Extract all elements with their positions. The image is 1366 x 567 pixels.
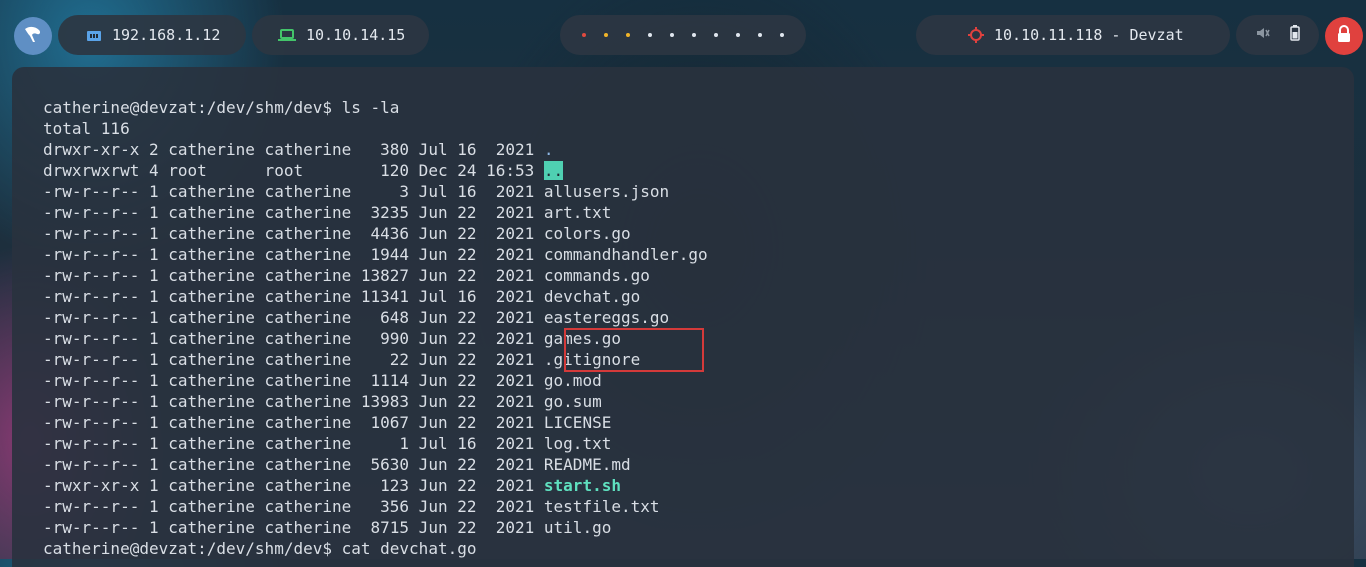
file-entry-row: -rw-r--r-- 1 catherine catherine 13827 J… bbox=[43, 265, 708, 286]
file-meta: -rw-r--r-- 1 catherine catherine 3235 Ju… bbox=[43, 203, 544, 222]
workspace-dot[interactable] bbox=[670, 33, 674, 37]
workspace-dot[interactable] bbox=[780, 33, 784, 37]
file-entry-row: -rw-r--r-- 1 catherine catherine 1944 Ju… bbox=[43, 244, 708, 265]
file-entry-row: -rw-r--r-- 1 catherine catherine 3235 Ju… bbox=[43, 202, 708, 223]
file-meta: -rw-r--r-- 1 catherine catherine 4436 Ju… bbox=[43, 224, 544, 243]
workspace-dot[interactable] bbox=[692, 33, 696, 37]
file-entry-row: -rw-r--r-- 1 catherine catherine 13983 J… bbox=[43, 391, 708, 412]
file-entry-row: drwxr-xr-x 2 catherine catherine 380 Jul… bbox=[43, 139, 708, 160]
highlight-box bbox=[564, 328, 704, 372]
file-meta: -rwxr-xr-x 1 catherine catherine 123 Jun… bbox=[43, 476, 544, 495]
prompt-line: catherine@devzat:/dev/shm/dev$ cat devch… bbox=[43, 539, 477, 558]
laptop-icon bbox=[278, 28, 296, 42]
file-entry-row: -rw-r--r-- 1 catherine catherine 1 Jul 1… bbox=[43, 433, 708, 454]
workspace-dot[interactable] bbox=[714, 33, 718, 37]
file-entry-row: -rw-r--r-- 1 catherine catherine 1067 Ju… bbox=[43, 412, 708, 433]
target-label: 10.10.11.118 - Devzat bbox=[994, 26, 1184, 44]
file-meta: -rw-r--r-- 1 catherine catherine 648 Jun… bbox=[43, 308, 544, 327]
total-line: total 116 bbox=[43, 119, 130, 138]
file-meta: -rw-r--r-- 1 catherine catherine 13827 J… bbox=[43, 266, 544, 285]
file-name: .. bbox=[543, 161, 564, 180]
vpn-ip-widget[interactable]: 10.10.14.15 bbox=[252, 15, 429, 55]
crosshair-icon bbox=[968, 27, 984, 43]
file-entry-row: -rw-r--r-- 1 catherine catherine 5630 Ju… bbox=[43, 454, 708, 475]
file-meta: -rw-r--r-- 1 catherine catherine 13983 J… bbox=[43, 392, 544, 411]
workspace-switcher[interactable] bbox=[560, 15, 806, 55]
file-meta: -rw-r--r-- 1 catherine catherine 3 Jul 1… bbox=[43, 182, 544, 201]
workspace-dot[interactable] bbox=[758, 33, 762, 37]
top-status-bar: 192.168.1.12 10.10.14.15 10.10.11.118 - … bbox=[0, 0, 1366, 66]
workspace-dot[interactable] bbox=[582, 33, 586, 37]
battery-icon[interactable] bbox=[1289, 25, 1300, 45]
file-name: devchat.go bbox=[543, 287, 641, 306]
file-name: commands.go bbox=[543, 266, 650, 285]
file-entry-row: -rwxr-xr-x 1 catherine catherine 123 Jun… bbox=[43, 475, 708, 496]
file-meta: drwxrwxrwt 4 root root 120 Dec 24 16:53 bbox=[43, 161, 544, 180]
workspace-dot[interactable] bbox=[626, 33, 630, 37]
file-name: LICENSE bbox=[543, 413, 612, 432]
file-meta: -rw-r--r-- 1 catherine catherine 356 Jun… bbox=[43, 497, 544, 516]
volume-muted-icon[interactable] bbox=[1256, 26, 1270, 44]
file-entry-row: -rw-r--r-- 1 catherine catherine 356 Jun… bbox=[43, 496, 708, 517]
file-entry-row: -rw-r--r-- 1 catherine catherine 4436 Ju… bbox=[43, 223, 708, 244]
file-meta: -rw-r--r-- 1 catherine catherine 1944 Ju… bbox=[43, 245, 544, 264]
file-name: allusers.json bbox=[543, 182, 670, 201]
workspace-dot[interactable] bbox=[736, 33, 740, 37]
file-name: log.txt bbox=[543, 434, 612, 453]
file-name: art.txt bbox=[543, 203, 612, 222]
file-meta: -rw-r--r-- 1 catherine catherine 22 Jun … bbox=[43, 350, 544, 369]
local-ip-label: 192.168.1.12 bbox=[112, 26, 221, 44]
workspace-dot[interactable] bbox=[604, 33, 608, 37]
system-tray bbox=[1236, 15, 1319, 55]
file-meta: -rw-r--r-- 1 catherine catherine 990 Jun… bbox=[43, 329, 544, 348]
file-entry-row: -rw-r--r-- 1 catherine catherine 11341 J… bbox=[43, 286, 708, 307]
power-lock-button[interactable] bbox=[1325, 17, 1363, 55]
workspace-dot[interactable] bbox=[648, 33, 652, 37]
file-meta: -rw-r--r-- 1 catherine catherine 5630 Ju… bbox=[43, 455, 544, 474]
file-name: colors.go bbox=[543, 224, 631, 243]
file-entry-row: -rw-r--r-- 1 catherine catherine 648 Jun… bbox=[43, 307, 708, 328]
local-ip-widget[interactable]: 192.168.1.12 bbox=[58, 15, 246, 55]
file-entry-row: drwxrwxrwt 4 root root 120 Dec 24 16:53 … bbox=[43, 160, 708, 181]
file-name: commandhandler.go bbox=[543, 245, 708, 264]
file-meta: -rw-r--r-- 1 catherine catherine 8715 Ju… bbox=[43, 518, 544, 537]
file-entry-row: -rw-r--r-- 1 catherine catherine 1114 Ju… bbox=[43, 370, 708, 391]
prompt-line: catherine@devzat:/dev/shm/dev$ ls -la bbox=[43, 98, 400, 117]
file-name: go.sum bbox=[543, 392, 602, 411]
file-entry-row: -rw-r--r-- 1 catherine catherine 3 Jul 1… bbox=[43, 181, 708, 202]
target-widget[interactable]: 10.10.11.118 - Devzat bbox=[916, 15, 1230, 55]
file-name: eastereggs.go bbox=[543, 308, 670, 327]
network-icon bbox=[86, 28, 102, 42]
kali-dragon-icon bbox=[22, 23, 44, 49]
file-name: util.go bbox=[543, 518, 612, 537]
file-meta: -rw-r--r-- 1 catherine catherine 1114 Ju… bbox=[43, 371, 544, 390]
terminal-window[interactable]: catherine@devzat:/dev/shm/dev$ ls -la to… bbox=[12, 67, 1354, 567]
file-meta: -rw-r--r-- 1 catherine catherine 11341 J… bbox=[43, 287, 544, 306]
kali-menu-button[interactable] bbox=[14, 17, 52, 55]
file-meta: -rw-r--r-- 1 catherine catherine 1067 Ju… bbox=[43, 413, 544, 432]
lock-icon bbox=[1336, 25, 1352, 47]
file-meta: -rw-r--r-- 1 catherine catherine 1 Jul 1… bbox=[43, 434, 544, 453]
file-name: start.sh bbox=[543, 476, 621, 495]
file-name: go.mod bbox=[543, 371, 602, 390]
file-name: . bbox=[543, 140, 554, 159]
file-meta: drwxr-xr-x 2 catherine catherine 380 Jul… bbox=[43, 140, 544, 159]
file-name: testfile.txt bbox=[543, 497, 660, 516]
file-name: README.md bbox=[543, 455, 631, 474]
vpn-ip-label: 10.10.14.15 bbox=[306, 26, 406, 44]
file-entry-row: -rw-r--r-- 1 catherine catherine 8715 Ju… bbox=[43, 517, 708, 538]
